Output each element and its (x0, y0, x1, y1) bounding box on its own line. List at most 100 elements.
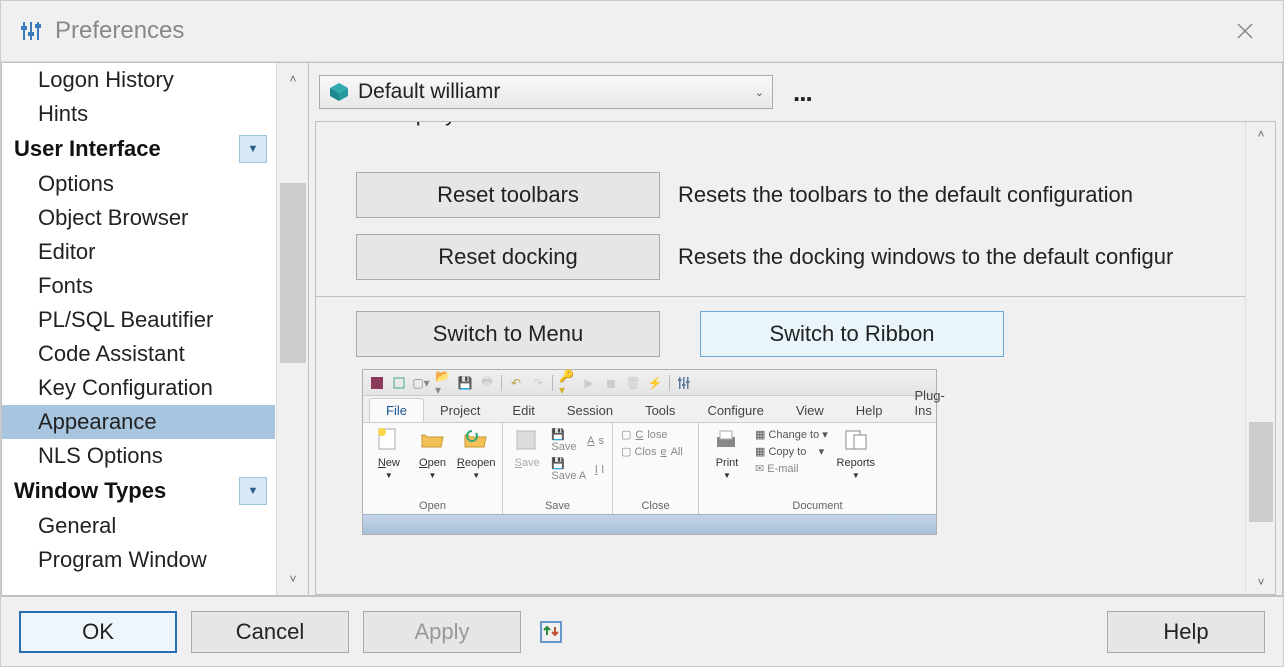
scroll-up-arrow[interactable]: ˄ (277, 63, 308, 95)
sidebar-scrollbar[interactable]: ˄ ˅ (276, 63, 308, 595)
separator (552, 375, 553, 391)
sidebar-item-plsql-beautifier[interactable]: PL/SQL Beautifier (2, 303, 275, 337)
ribbon-open-button[interactable]: Open▼ (413, 427, 453, 480)
ribbon-close-button[interactable]: ▢ Close (619, 427, 692, 442)
ribbon-group-label: Close (619, 498, 692, 512)
open-folder-icon (419, 427, 447, 455)
sidebar-item-logon-history[interactable]: Logon History (2, 63, 275, 97)
switch-to-ribbon-button[interactable]: Switch to Ribbon (700, 311, 1004, 357)
ribbon-save-all-button[interactable]: 💾 Save All (549, 456, 606, 483)
ribbon-tab-plugins[interactable]: Plug-Ins (899, 384, 961, 422)
ribbon-email-button[interactable]: ✉ E-mail (753, 461, 830, 476)
scroll-thumb[interactable] (1249, 422, 1273, 522)
scroll-up-arrow[interactable]: ˄ (1246, 122, 1276, 146)
sidebar-item-appearance[interactable]: Appearance (2, 405, 275, 439)
button-bar: OK Cancel Apply Help (1, 596, 1283, 666)
ribbon-tab-session[interactable]: Session (551, 399, 629, 422)
sidebar-item-key-configuration[interactable]: Key Configuration (2, 371, 275, 405)
ribbon-reports-button[interactable]: Reports▼ (834, 427, 878, 480)
ribbon-close-all-button[interactable]: ▢ Close All (619, 444, 692, 459)
close-button[interactable] (1225, 11, 1265, 51)
cancel-button[interactable]: Cancel (191, 611, 349, 653)
profile-dropdown[interactable]: Default williamr ⌄ (319, 75, 773, 109)
apply-button: Apply (363, 611, 521, 653)
ribbon-tab-view[interactable]: View (780, 399, 840, 422)
main-panel: Default williamr ⌄ ... Display name (308, 62, 1283, 596)
ribbon-new-button[interactable]: New▼ (369, 427, 409, 480)
category-sidebar: Logon History Hints User Interface ▼ Opt… (1, 62, 308, 596)
stop-icon: ◼ (603, 375, 619, 391)
ribbon-save-button[interactable]: Save (509, 427, 545, 469)
ribbon-group-label: Document (705, 498, 930, 512)
ribbon-tab-help[interactable]: Help (840, 399, 899, 422)
sidebar-item-options[interactable]: Options (2, 167, 275, 201)
checkbox-icon (391, 375, 407, 391)
sidebar-item-editor[interactable]: Editor (2, 235, 275, 269)
separator (501, 375, 502, 391)
ribbon-tab-tools[interactable]: Tools (629, 399, 691, 422)
sidebar-item-object-browser[interactable]: Object Browser (2, 201, 275, 235)
scroll-down-arrow[interactable]: ˅ (1246, 570, 1276, 594)
ribbon-tab-configure[interactable]: Configure (691, 399, 779, 422)
ribbon-group-save: Save 💾 Save As 💾 Save All Save (503, 423, 613, 514)
reset-docking-description: Resets the docking windows to the defaul… (678, 244, 1173, 270)
switch-to-menu-button[interactable]: Switch to Menu (356, 311, 660, 357)
sidebar-section-label: User Interface (14, 136, 161, 162)
print-icon (713, 427, 741, 455)
main-scrollbar[interactable]: ˄ ˅ (1245, 122, 1275, 594)
ribbon-footer (363, 514, 936, 534)
ribbon-body: New▼ Open▼ Reopen▼ (363, 422, 936, 514)
ribbon-tab-edit[interactable]: Edit (496, 399, 550, 422)
ribbon-reopen-button[interactable]: Reopen▼ (456, 427, 496, 480)
sidebar-item-program-window[interactable]: Program Window (2, 543, 275, 577)
more-button[interactable]: ... (793, 77, 812, 108)
save-icon: 💾 (457, 375, 473, 391)
quick-access-toolbar: ▢▾ 📂▾ 💾 🖶 ↶ ↷ 🔑▾ ▶ ◼ 🗑 ⚡ (363, 370, 936, 396)
new-file-icon (375, 427, 403, 455)
ribbon-save-as-button[interactable]: 💾 Save As (549, 427, 606, 454)
sidebar-section-user-interface[interactable]: User Interface ▼ (2, 131, 275, 167)
sidebar-section-window-types[interactable]: Window Types ▼ (2, 473, 275, 509)
scroll-thumb[interactable] (280, 183, 306, 363)
radio-icon (356, 122, 376, 127)
ribbon-tabs: File Project Edit Session Tools Configur… (363, 396, 936, 422)
preferences-window: Preferences Logon History Hints User Int… (0, 0, 1284, 667)
ribbon-print-button[interactable]: Print▼ (705, 427, 749, 480)
package-icon (328, 81, 350, 103)
reset-toolbars-button[interactable]: Reset toolbars (356, 172, 660, 218)
ribbon-copy-to-button[interactable]: ▦ Copy to ▾ (753, 444, 830, 459)
reset-toolbars-description: Resets the toolbars to the default confi… (678, 182, 1133, 208)
reset-docking-button[interactable]: Reset docking (356, 234, 660, 280)
window-title: Preferences (55, 17, 1225, 45)
ribbon-group-open: New▼ Open▼ Reopen▼ (363, 423, 503, 514)
play-icon: ▶ (581, 375, 597, 391)
sidebar-item-code-assistant[interactable]: Code Assistant (2, 337, 275, 371)
help-button[interactable]: Help (1107, 611, 1265, 653)
sliders-icon (676, 375, 692, 391)
ribbon-tab-project[interactable]: Project (424, 399, 496, 422)
import-export-button[interactable] (535, 616, 567, 648)
ribbon-group-document: Print▼ ▦ Change to ▾ ▦ Copy to ▾ ✉ E-mai… (699, 423, 936, 514)
sidebar-item-fonts[interactable]: Fonts (2, 269, 275, 303)
chevron-down-icon[interactable]: ▼ (239, 135, 267, 163)
profile-label: Default williamr (358, 80, 755, 104)
ok-button[interactable]: OK (19, 611, 177, 653)
display-name-row-cut: Display name (316, 122, 1245, 142)
new-icon: ▢▾ (413, 375, 429, 391)
sidebar-item-hints[interactable]: Hints (2, 97, 275, 131)
chevron-down-icon[interactable]: ▼ (239, 477, 267, 505)
titlebar: Preferences (1, 1, 1283, 61)
sidebar-item-general[interactable]: General (2, 509, 275, 543)
ribbon-tab-file[interactable]: File (369, 398, 424, 422)
ribbon-change-to-button[interactable]: ▦ Change to ▾ (753, 427, 830, 442)
print-icon: 🖶 (479, 375, 495, 391)
lightning-icon: ⚡ (647, 375, 663, 391)
sidebar-item-nls-options[interactable]: NLS Options (2, 439, 275, 473)
undo-icon: ↶ (508, 375, 524, 391)
ribbon-preview: ▢▾ 📂▾ 💾 🖶 ↶ ↷ 🔑▾ ▶ ◼ 🗑 ⚡ (362, 369, 937, 535)
scroll-down-arrow[interactable]: ˅ (277, 563, 308, 595)
settings-body: Display name Reset toolbars Resets the t… (315, 121, 1276, 595)
trash-icon: 🗑 (625, 375, 641, 391)
chevron-down-icon: ⌄ (755, 86, 764, 99)
app-icon (369, 375, 385, 391)
